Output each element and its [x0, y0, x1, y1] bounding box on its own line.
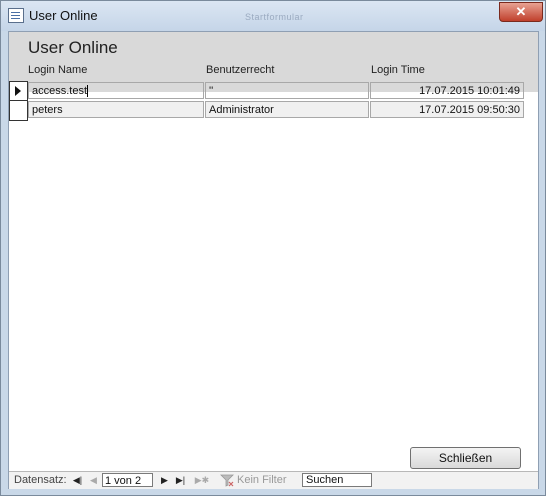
login-time-field[interactable]: 17.07.2015 10:01:49	[370, 82, 524, 99]
column-header-login-name: Login Name	[28, 64, 88, 76]
close-icon: ✕	[515, 4, 527, 19]
current-record-icon	[15, 86, 21, 96]
new-record-icon[interactable]: ▶✱	[192, 473, 212, 487]
table-row[interactable]: access.test '' 17.07.2015 10:01:49	[9, 81, 538, 102]
title-bar[interactable]: User Online Startformular ✕	[1, 1, 545, 31]
login-name-field[interactable]: peters	[28, 101, 204, 118]
search-input[interactable]: Suchen	[302, 473, 372, 487]
form-title: User Online	[28, 38, 118, 57]
record-selector[interactable]	[9, 81, 28, 102]
filter-icon	[220, 474, 234, 487]
previous-record-icon[interactable]: ◀	[87, 473, 100, 487]
background-window-title: Startformular	[245, 12, 304, 22]
form-icon	[8, 8, 24, 23]
form-body: User Online Login Name Benutzerrecht Log…	[8, 31, 539, 489]
column-header-benutzerrecht: Benutzerrecht	[206, 64, 275, 76]
table-row[interactable]: peters Administrator 17.07.2015 09:50:30	[9, 100, 538, 121]
record-navigation-bar: Datensatz: ◀| ◀ 1 von 2 ▶ ▶| ▶✱ Kein Fil…	[9, 471, 538, 489]
benutzerrecht-field[interactable]: Administrator	[205, 101, 369, 118]
app-window: User Online Startformular ✕ User Online …	[0, 0, 546, 496]
last-record-icon[interactable]: ▶|	[174, 473, 187, 487]
text-cursor	[87, 85, 89, 98]
login-name-field[interactable]: access.test	[28, 82, 204, 99]
window-title: User Online	[29, 8, 98, 23]
filter-toggle[interactable]: Kein Filter	[237, 474, 287, 486]
first-record-icon[interactable]: ◀|	[71, 473, 84, 487]
close-form-button[interactable]: Schließen	[410, 447, 521, 469]
next-record-icon[interactable]: ▶	[158, 473, 171, 487]
record-label: Datensatz:	[14, 474, 67, 486]
login-time-field[interactable]: 17.07.2015 09:50:30	[370, 101, 524, 118]
column-header-login-time: Login Time	[371, 64, 425, 76]
record-selector[interactable]	[9, 100, 28, 121]
benutzerrecht-field[interactable]: ''	[205, 82, 369, 99]
close-window-button[interactable]: ✕	[499, 2, 543, 22]
current-record-input[interactable]: 1 von 2	[102, 473, 153, 487]
